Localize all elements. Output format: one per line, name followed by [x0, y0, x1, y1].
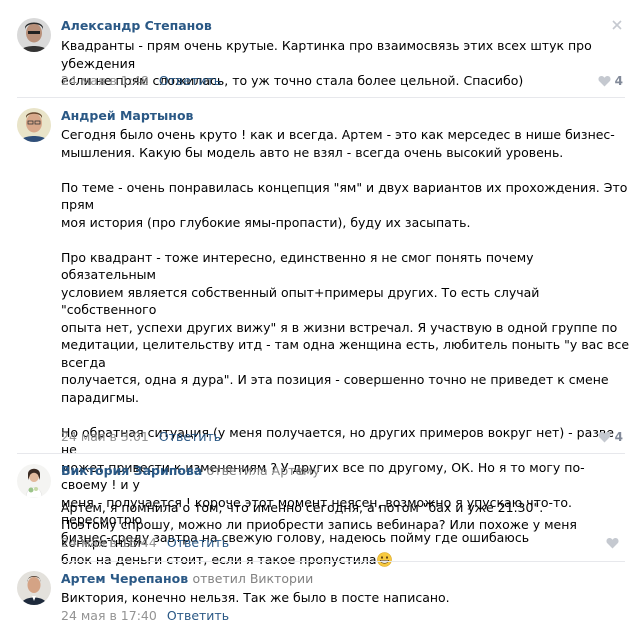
author-name[interactable]: Артем Черепанов ответил Виктории	[61, 571, 313, 586]
heart-icon	[606, 537, 619, 549]
avatar[interactable]	[17, 18, 51, 52]
replied-to: ответил Виктории	[192, 571, 313, 586]
like-count: 4	[614, 430, 623, 444]
comment-date[interactable]: 24 мая в 1:48	[61, 73, 149, 88]
comment-meta: 24 мая в 3:01 Ответить	[61, 429, 221, 444]
avatar[interactable]	[17, 108, 51, 142]
comment-meta: 24 мая в 17:40 Ответить	[61, 608, 229, 623]
replied-to-prefix: ответила	[206, 463, 268, 478]
like-count: 4	[614, 74, 623, 88]
avatar[interactable]	[17, 464, 51, 498]
author-name[interactable]: Александр Степанов	[61, 18, 212, 33]
comment-meta: 24 мая в 16:44 Ответить	[61, 535, 229, 550]
comment-1: Александр Степанов Квадранты - прям очен…	[0, 0, 642, 97]
comment-date[interactable]: 24 мая в 17:40	[61, 608, 157, 623]
replied-to-prefix: ответил	[192, 571, 246, 586]
avatar[interactable]	[17, 571, 51, 605]
replied-to-target[interactable]: Артему	[272, 463, 320, 478]
reply-button[interactable]: Ответить	[167, 535, 229, 550]
close-icon[interactable]	[612, 18, 622, 33]
reply-button[interactable]: Ответить	[159, 429, 221, 444]
comment-2: Андрей Мартынов Сегодня было очень круто…	[0, 98, 642, 545]
author-name[interactable]: Андрей Мартынов	[61, 108, 193, 123]
replied-to-target[interactable]: Виктории	[250, 571, 313, 586]
reply-button[interactable]: Ответить	[159, 73, 221, 88]
like-button[interactable]	[606, 536, 623, 550]
comment-text: Артем, я помнила о том, что именно сегод…	[61, 481, 631, 569]
comment-3: Виктория Зарипова ответила Артему Артем,…	[0, 454, 642, 567]
author-name-text[interactable]: Виктория Зарипова	[61, 463, 202, 478]
comment-4: Артем Черепанов ответил Виктории Виктори…	[0, 562, 642, 627]
author-name[interactable]: Виктория Зарипова ответила Артему	[61, 463, 320, 478]
reply-button[interactable]: Ответить	[167, 608, 229, 623]
comment-text-body: Артем, я помнила о том, что именно сегод…	[61, 499, 577, 568]
comment-date[interactable]: 24 мая в 16:44	[61, 535, 157, 550]
heart-icon	[598, 431, 611, 443]
comment-meta: 24 мая в 1:48 Ответить	[61, 73, 221, 88]
comment-text: Виктория, конечно нельзя. Так же было в …	[61, 590, 450, 605]
replied-to: ответила Артему	[207, 463, 320, 478]
comment-date[interactable]: 24 мая в 3:01	[61, 429, 149, 444]
like-button[interactable]: 4	[598, 430, 623, 444]
heart-icon	[598, 75, 611, 87]
author-name-text[interactable]: Артем Черепанов	[61, 571, 188, 586]
like-button[interactable]: 4	[598, 74, 623, 88]
